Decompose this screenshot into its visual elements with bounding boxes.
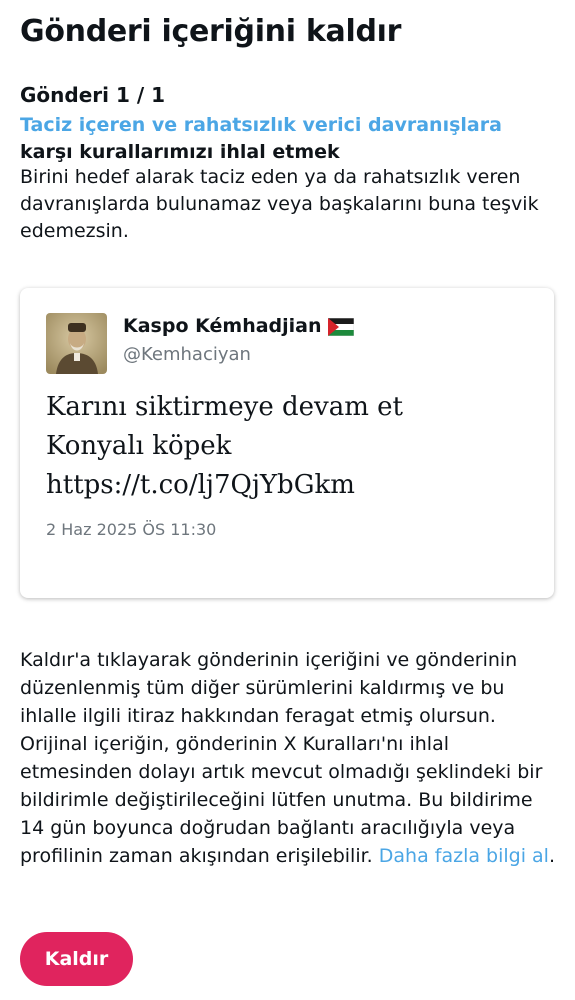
tweet-text-line: Konyalı köpek (46, 431, 232, 461)
tweet-text: Karını siktirmeye devam et Konyalı köpek… (46, 388, 536, 505)
author-name-text: Kaspo Kémhadjian (123, 315, 322, 337)
learn-more-link[interactable]: Daha fazla bilgi al (379, 845, 549, 867)
rule-link[interactable]: Taciz içeren ve rahatsızlık verici davra… (20, 114, 502, 136)
palestine-flag-icon (327, 317, 354, 341)
tweet-date: 2 Haz 2025 ÖS 11:30 (46, 520, 217, 539)
remove-button[interactable]: Kaldır (20, 932, 133, 986)
rule-heading: Taciz içeren ve rahatsızlık verici davra… (20, 112, 560, 166)
tweet-text-line: Karını siktirmeye devam et (46, 392, 403, 422)
author-handle[interactable]: @Kemhaciyan (123, 344, 251, 365)
tweet-card: Kaspo Kémhadjian @Kemhaciyan Karını sikt… (20, 288, 554, 598)
notice-link-suffix: . (548, 845, 555, 867)
rule-description: Birini hedef alarak taciz eden ya da rah… (20, 166, 539, 242)
author-name[interactable]: Kaspo Kémhadjian (123, 315, 354, 341)
notice-text: Kaldır'a tıklayarak gönderinin içeriğini… (20, 649, 543, 867)
page-title: Gönderi içeriğini kaldır (20, 14, 402, 49)
removal-notice: Kaldır'a tıklayarak gönderinin içeriğini… (20, 646, 560, 870)
tweet-link[interactable]: https://t.co/lj7QjYbGkm (46, 466, 536, 505)
avatar (46, 313, 107, 374)
post-counter: Gönderi 1 / 1 (20, 83, 166, 107)
rule-heading-rest: karşı kurallarımızı ihlal etmek (20, 141, 340, 163)
